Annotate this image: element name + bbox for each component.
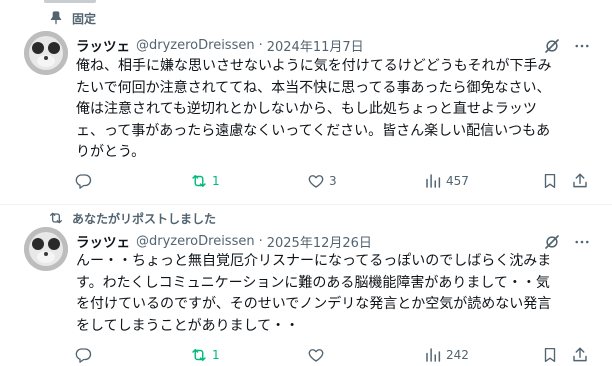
views-icon xyxy=(426,174,441,188)
author-name[interactable]: ラッツェ xyxy=(76,231,130,251)
repost-icon xyxy=(192,175,206,187)
tweet-reposted[interactable]: あなたがリポストしました ラッツェ @dryzeroDreissen · 202… xyxy=(0,205,612,366)
grok-icon[interactable] xyxy=(542,232,562,252)
repost-icon xyxy=(192,349,206,361)
repost-context-label: あなたがリポストしました xyxy=(72,211,217,226)
author-handle[interactable]: @dryzeroDreissen xyxy=(136,38,255,53)
repost-context-icon xyxy=(50,212,62,224)
tweet-text: んー・・ちょっと無自覚厄介リスナーになってるっぽいのでしばらく沈みま す。わたく… xyxy=(76,253,552,334)
views-icon xyxy=(426,348,441,362)
bookmark-icon xyxy=(544,173,556,189)
repost-button[interactable]: 1 xyxy=(190,345,220,365)
pinned-context: 固定 xyxy=(48,8,96,28)
author-name[interactable]: ラッツェ xyxy=(76,35,130,55)
repost-context: あなたがリポストしました xyxy=(48,208,216,228)
reply-icon xyxy=(75,174,92,189)
like-count: 3 xyxy=(329,174,337,188)
share-icon xyxy=(573,347,587,362)
share-icon xyxy=(573,173,587,188)
tweet-pinned[interactable]: 固定 ラッツェ @dryzeroDreissen · 2024年11月7日 俺ね… xyxy=(0,0,612,205)
reply-button[interactable] xyxy=(74,171,96,191)
tweet-text: 俺ね、相手に嫌な思いさせないように気を付けてるけどどうもそれが下手み たいで何回… xyxy=(76,58,552,160)
more-icon[interactable] xyxy=(568,36,596,56)
more-icon[interactable] xyxy=(568,232,596,252)
bookmark-button[interactable] xyxy=(541,171,559,191)
post-date[interactable]: 2025年12月26日 xyxy=(267,232,372,251)
pin-icon xyxy=(50,11,62,25)
grok-icon[interactable] xyxy=(542,36,562,56)
separator-dot: · xyxy=(258,37,263,53)
author-handle[interactable]: @dryzeroDreissen xyxy=(136,234,255,249)
separator-dot: · xyxy=(258,233,263,249)
views-button[interactable]: 457 xyxy=(424,171,469,191)
view-count: 457 xyxy=(446,174,469,188)
repost-count: 1 xyxy=(212,174,220,188)
bookmark-button[interactable] xyxy=(541,345,559,365)
repost-button[interactable]: 1 xyxy=(190,171,220,191)
like-icon xyxy=(308,349,324,362)
view-count: 242 xyxy=(446,348,469,362)
pinned-label: 固定 xyxy=(72,11,97,26)
like-button[interactable]: 3 xyxy=(307,171,337,191)
like-icon xyxy=(308,175,324,188)
bookmark-icon xyxy=(544,347,556,363)
avatar[interactable] xyxy=(24,31,68,75)
reply-button[interactable] xyxy=(74,345,96,365)
tweet-header: ラッツェ @dryzeroDreissen · 2024年11月7日 xyxy=(76,34,364,56)
tweet-header: ラッツェ @dryzeroDreissen · 2025年12月26日 xyxy=(76,230,372,252)
post-date[interactable]: 2024年11月7日 xyxy=(267,36,364,55)
repost-count: 1 xyxy=(212,348,220,362)
like-button[interactable] xyxy=(307,345,329,365)
share-button[interactable] xyxy=(571,171,589,191)
reply-icon xyxy=(75,348,92,363)
views-button[interactable]: 242 xyxy=(424,345,469,365)
share-button[interactable] xyxy=(571,345,589,365)
avatar[interactable] xyxy=(24,227,68,271)
